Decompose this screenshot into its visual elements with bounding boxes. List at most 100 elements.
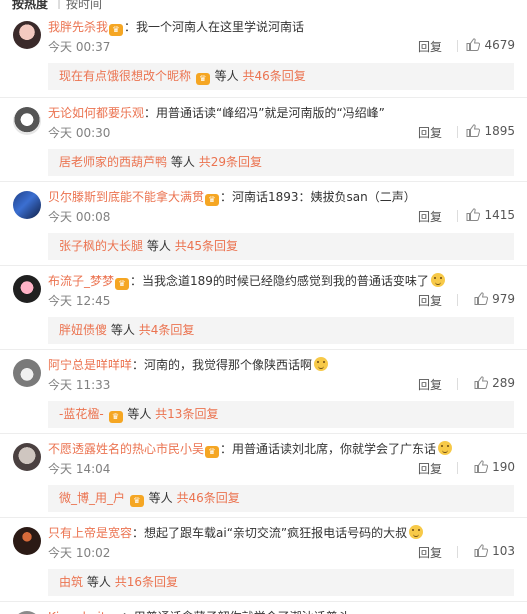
like-button[interactable]: 1895: [466, 124, 515, 138]
username-link[interactable]: Kimadmit: [48, 610, 106, 614]
emoji-icon: [430, 273, 445, 287]
comment-meta: 今天 11:33 回复 289: [48, 376, 515, 392]
comment-content: 我胖先杀我 ♛ ：我一个河南人在这里学说河南话: [48, 19, 519, 36]
avatar[interactable]: [13, 527, 41, 555]
sub-replies-bar[interactable]: 现在有点饿很想改个昵称 ♛ 等人 共46条回复: [48, 63, 514, 90]
avatar[interactable]: [13, 275, 41, 303]
vip-badge-icon: ♛: [109, 24, 124, 36]
comment-meta: 今天 00:30 回复 1895: [48, 124, 515, 140]
sub-replies-bar[interactable]: 居老师家的西葫芦鸭 等人 共29条回复: [48, 149, 514, 176]
avatar[interactable]: [13, 359, 41, 387]
username-link[interactable]: 我胖先杀我: [48, 20, 108, 34]
avatar[interactable]: [13, 191, 41, 219]
comment-content: 只有上帝是宽容：想起了跟车载ai“亲切交流”疯狂报电话号码的大叔: [48, 525, 519, 541]
sub-reply-count[interactable]: 共45条回复: [175, 239, 238, 253]
reply-button[interactable]: 回复: [418, 376, 442, 393]
sort-separator: |: [57, 0, 62, 9]
comment-time: 今天 00:37: [48, 40, 111, 54]
thumbs-up-icon: [466, 208, 481, 221]
meta-divider: [457, 462, 458, 474]
sub-reply-etc: 等人: [148, 491, 173, 505]
sub-reply-user[interactable]: 居老师家的西葫芦鸭: [59, 155, 167, 169]
avatar[interactable]: [13, 21, 41, 49]
username-link[interactable]: 阿宁总是咩咩咩: [48, 358, 132, 372]
comment-time: 今天 12:45: [48, 294, 111, 308]
meta-divider: [457, 378, 458, 390]
comment-content: Kimadmit♛：用普通话念蒲子韶你就学会了潮汕话普斗: [48, 609, 519, 614]
comment-text: ：河南的，我觉得那个像陕西话啊: [132, 358, 313, 372]
reply-button[interactable]: 回复: [418, 124, 442, 141]
sub-reply-user[interactable]: 胖妞债傻: [59, 323, 107, 337]
reply-button[interactable]: 回复: [418, 460, 442, 477]
thumbs-up-icon: [466, 38, 481, 51]
sub-reply-count[interactable]: 共29条回复: [199, 155, 262, 169]
username-link[interactable]: 不愿透露姓名的热心市民小吴: [48, 442, 204, 456]
comment-meta: 今天 00:37 回复 4679: [48, 38, 515, 54]
sub-reply-count[interactable]: 共4条回复: [139, 323, 195, 337]
emoji-icon: [409, 525, 424, 539]
thumbs-up-icon: [466, 124, 481, 137]
vip-badge-icon: ♛: [195, 73, 210, 85]
like-button[interactable]: 979: [474, 292, 515, 306]
like-button[interactable]: 4679: [466, 38, 515, 52]
sub-reply-user[interactable]: 张子枫的大长腿: [59, 239, 143, 253]
vip-badge-icon: ♛: [205, 446, 220, 458]
reply-button[interactable]: 回复: [418, 292, 442, 309]
like-count: 1895: [484, 124, 515, 138]
sub-replies-bar[interactable]: 由筑 等人 共16条回复: [48, 569, 514, 596]
sub-reply-user[interactable]: 微_博_用_户: [59, 491, 125, 505]
comment-item: Kimadmit♛：用普通话念蒲子韶你就学会了潮汕话普斗: [0, 601, 527, 614]
sort-by-hot[interactable]: 按热度: [12, 0, 48, 12]
comment-text: ：河南话1893：姨拔负san（二声）: [220, 190, 416, 204]
sub-replies-bar[interactable]: 微_博_用_户 ♛ 等人 共46条回复: [48, 485, 514, 512]
thumbs-up-icon: [474, 292, 489, 305]
sub-reply-count[interactable]: 共16条回复: [115, 575, 178, 589]
sub-reply-count[interactable]: 共46条回复: [177, 491, 240, 505]
like-count: 1415: [484, 208, 515, 222]
sub-replies-bar[interactable]: -蓝花楹- ♛ 等人 共13条回复: [48, 401, 514, 428]
comment-text: ：用普通话读“峰绍冯”就是河南版的“冯绍峰”: [144, 106, 385, 120]
meta-divider: [457, 126, 458, 138]
comment-time: 今天 00:30: [48, 126, 111, 140]
username-link[interactable]: 布流子_梦梦: [48, 274, 114, 288]
sub-reply-etc: 等人: [146, 239, 171, 253]
username-link[interactable]: 无论如何都要乐观: [48, 106, 144, 120]
like-button[interactable]: 103: [474, 544, 515, 558]
thumbs-up-icon: [474, 376, 489, 389]
comment-time: 今天 14:04: [48, 462, 111, 476]
username-link[interactable]: 贝尔滕斯到底能不能拿大满贯: [48, 190, 204, 204]
sub-reply-etc: 等人: [86, 575, 111, 589]
sub-replies-bar[interactable]: 张子枫的大长腿 等人 共45条回复: [48, 233, 514, 260]
sub-reply-user[interactable]: 由筑: [59, 575, 83, 589]
sub-reply-user[interactable]: -蓝花楹-: [59, 407, 104, 421]
sub-reply-etc: 等人: [214, 69, 239, 83]
sub-reply-user[interactable]: 现在有点饿很想改个昵称: [59, 69, 191, 83]
thumbs-up-icon: [474, 460, 489, 473]
reply-button[interactable]: 回复: [418, 38, 442, 55]
sub-reply-count[interactable]: 共13条回复: [155, 407, 218, 421]
comment-content: 不愿透露姓名的热心市民小吴 ♛ ：用普通话读刘北席，你就学会了广东话: [48, 441, 519, 458]
like-button[interactable]: 190: [474, 460, 515, 474]
reply-button[interactable]: 回复: [418, 544, 442, 561]
sort-bar: 按热度 | 按时间: [0, 0, 527, 12]
like-count: 190: [492, 460, 515, 474]
like-button[interactable]: 289: [474, 376, 515, 390]
sub-reply-count[interactable]: 共46条回复: [243, 69, 306, 83]
vip-badge-icon: ♛: [108, 411, 123, 423]
sub-replies-bar[interactable]: 胖妞债傻 等人 共4条回复: [48, 317, 514, 344]
comment-text: ：当我念道189的时候已经隐约感觉到我的普通话变味了: [130, 274, 429, 288]
emoji-icon: [438, 441, 453, 455]
comment-item: 只有上帝是宽容：想起了跟车载ai“亲切交流”疯狂报电话号码的大叔 今天 10:02…: [0, 517, 527, 614]
sort-by-time[interactable]: 按时间: [66, 0, 102, 12]
avatar[interactable]: [13, 107, 41, 135]
username-link[interactable]: 只有上帝是宽容: [48, 526, 132, 540]
sub-reply-etc: 等人: [127, 407, 152, 421]
avatar[interactable]: [13, 443, 41, 471]
comment-text: ：想起了跟车载ai“亲切交流”疯狂报电话号码的大叔: [132, 526, 408, 540]
meta-divider: [457, 294, 458, 306]
reply-button[interactable]: 回复: [418, 208, 442, 225]
comment-meta: 今天 14:04 回复 190: [48, 460, 515, 476]
comment-meta: 今天 10:02 回复 103: [48, 544, 515, 560]
like-button[interactable]: 1415: [466, 208, 515, 222]
comment-content: 布流子_梦梦 ♛ ：当我念道189的时候已经隐约感觉到我的普通话变味了: [48, 273, 519, 290]
